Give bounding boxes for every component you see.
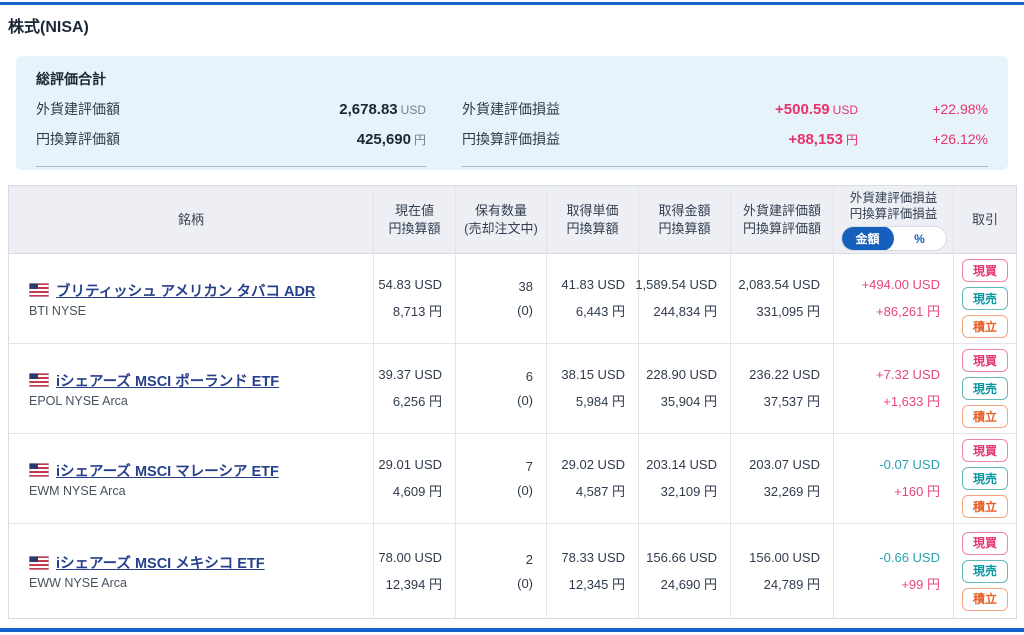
cost-cell: 78.33 USD 12,345 円 [546,523,639,619]
valuation-cell: 236.22 USD 37,537 円 [730,343,834,434]
summary-unit: USD [400,103,426,117]
stock-ticker: BTI NYSE [29,303,86,318]
pl-cell: +494.00 USD +86,261 円 [833,253,954,344]
valuation-cell: 2,083.54 USD 331,095 円 [730,253,834,344]
stock-link[interactable]: iシェアーズ MSCI ポーランド ETF [56,370,279,391]
stock-name-cell: ブリティッシュ アメリカン タバコ ADR BTI NYSE [8,253,374,344]
stock-name-cell: iシェアーズ MSCI メキシコ ETF EWW NYSE Arca [8,523,374,619]
summary-unit: 円 [413,133,426,147]
quantity-cell: 6 (0) [455,343,547,434]
top-accent-line [0,2,1024,5]
table-row: iシェアーズ MSCI マレーシア ETF EWM NYSE Arca 29.0… [8,433,1017,524]
buy-button[interactable]: 現買 [962,531,1008,555]
summary-value: 2,678.83 [339,101,398,118]
price-cell: 78.00 USD 12,394 円 [373,523,456,619]
summary-pl-percent: +22.98% [932,101,988,117]
table-header-row: 銘柄 現在値 円換算額 保有数量 (売却注文中) 取得単価 円換算額 取得金額 円換算額… [8,185,1017,254]
us-flag-icon [28,555,50,570]
col-header-cost: 取得単価 円換算額 [546,185,639,254]
pl-cell: -0.66 USD +99 円 [833,523,954,619]
stock-ticker: EWW NYSE Arca [29,576,127,590]
stock-link[interactable]: ブリティッシュ アメリカン タバコ ADR [56,280,315,301]
amount-cell: 228.90 USD 35,904 円 [638,343,731,434]
amount-cell: 1,589.54 USD 244,834 円 [635,253,731,344]
sell-button[interactable]: 現売 [962,287,1008,310]
table-row: iシェアーズ MSCI ポーランド ETF EPOL NYSE Arca 39.… [8,343,1017,434]
summary-pl-value: +88,153 [788,131,843,148]
us-flag-icon [28,372,50,388]
trade-cell: 現買 現売 積立 [953,523,1017,619]
summary-label: 外貨建評価額 [36,101,120,117]
summary-pl-percent: +26.12% [932,131,988,147]
buy-button[interactable]: 現買 [962,349,1008,372]
cost-cell: 29.02 USD 4,587 円 [546,433,639,524]
amount-cell: 156.66 USD 24,690 円 [638,523,731,619]
summary-row-jpy-valuation: 円換算評価額 425,690 円 [36,129,426,159]
table-row: iシェアーズ MSCI メキシコ ETF EWW NYSE Arca 78.00… [8,523,1017,619]
col-header-pl: 外貨建評価損益 円換算評価損益 金額 % [833,185,954,254]
col-header-quantity: 保有数量 (売却注文中) [455,185,547,254]
summary-value: 425,690 [356,131,411,148]
price-cell: 54.83 USD 8,713 円 [373,253,456,344]
sell-button[interactable]: 現売 [962,377,1008,400]
stock-name-cell: iシェアーズ MSCI ポーランド ETF EPOL NYSE Arca [8,343,374,434]
us-flag-icon [28,282,50,298]
price-cell: 29.01 USD 4,609 円 [373,433,456,524]
pl-display-toggle[interactable]: 金額 % [840,226,947,252]
total-valuation-summary: 総評価合計 外貨建評価額 2,678.83 USD 円換算評価額 425,690 円… [16,56,1008,170]
quantity-cell: 7 (0) [455,433,547,524]
col-header-name: 銘柄 [8,185,374,254]
stock-link[interactable]: iシェアーズ MSCI マレーシア ETF [56,460,279,481]
stock-name-cell: iシェアーズ MSCI マレーシア ETF EWM NYSE Arca [8,433,374,524]
cost-cell: 38.15 USD 5,984 円 [546,343,639,434]
cost-cell: 41.83 USD 6,443 円 [546,253,639,344]
stock-ticker: EPOL NYSE Arca [29,393,128,408]
accumulate-button[interactable]: 積立 [962,315,1008,338]
us-flag-icon [28,462,50,478]
summary-label: 外貨建評価損益 [462,101,560,117]
summary-pl-value: +500.59 [775,101,830,118]
valuation-cell: 203.07 USD 32,269 円 [730,433,834,524]
summary-row-jpy-pl: 円換算評価損益 +88,153 円 +26.12% [462,129,988,159]
sell-button[interactable]: 現売 [962,559,1008,583]
buy-button[interactable]: 現買 [962,439,1008,462]
pl-cell: -0.07 USD +160 円 [833,433,954,524]
accumulate-button[interactable]: 積立 [962,587,1008,611]
col-header-amount: 取得金額 円換算額 [638,185,731,254]
summary-label: 円換算評価損益 [462,131,560,147]
table-row: ブリティッシュ アメリカン タバコ ADR BTI NYSE 54.83 USD… [8,253,1017,344]
accumulate-button[interactable]: 積立 [962,405,1008,428]
summary-pl-unit: USD [832,103,858,117]
summary-row-fx-valuation: 外貨建評価額 2,678.83 USD [36,99,426,129]
accumulate-button[interactable]: 積立 [962,495,1008,518]
page-title: 株式(NISA) [8,19,89,36]
stock-ticker: EWM NYSE Arca [29,483,126,498]
sell-button[interactable]: 現売 [962,467,1008,490]
col-header-valuation: 外貨建評価額 円換算評価額 [730,185,834,254]
summary-pl-unit: 円 [845,133,858,147]
col-header-trade: 取引 [953,185,1017,254]
quantity-cell: 2 (0) [455,523,547,619]
summary-row-fx-pl: 外貨建評価損益 +500.59 USD +22.98% [462,99,988,129]
holdings-table: 銘柄 現在値 円換算額 保有数量 (売却注文中) 取得単価 円換算額 取得金額 円換算額… [8,185,1017,619]
trade-cell: 現買 現売 積立 [953,343,1017,434]
trade-cell: 現買 現売 積立 [953,253,1017,344]
quantity-cell: 38 (0) [455,253,547,344]
valuation-cell: 156.00 USD 24,789 円 [730,523,834,619]
amount-cell: 203.14 USD 32,109 円 [638,433,731,524]
price-cell: 39.37 USD 6,256 円 [373,343,456,434]
col-header-price: 現在値 円換算額 [373,185,456,254]
stock-link[interactable]: iシェアーズ MSCI メキシコ ETF [56,552,265,573]
summary-label: 円換算評価額 [36,131,120,147]
bottom-accent-line [0,628,1024,632]
toggle-percent[interactable]: % [893,227,946,251]
buy-button[interactable]: 現買 [962,259,1008,282]
pl-cell: +7.32 USD +1,633 円 [833,343,954,434]
toggle-amount[interactable]: 金額 [841,227,894,251]
trade-cell: 現買 現売 積立 [953,433,1017,524]
summary-title: 総評価合計 [36,71,106,87]
